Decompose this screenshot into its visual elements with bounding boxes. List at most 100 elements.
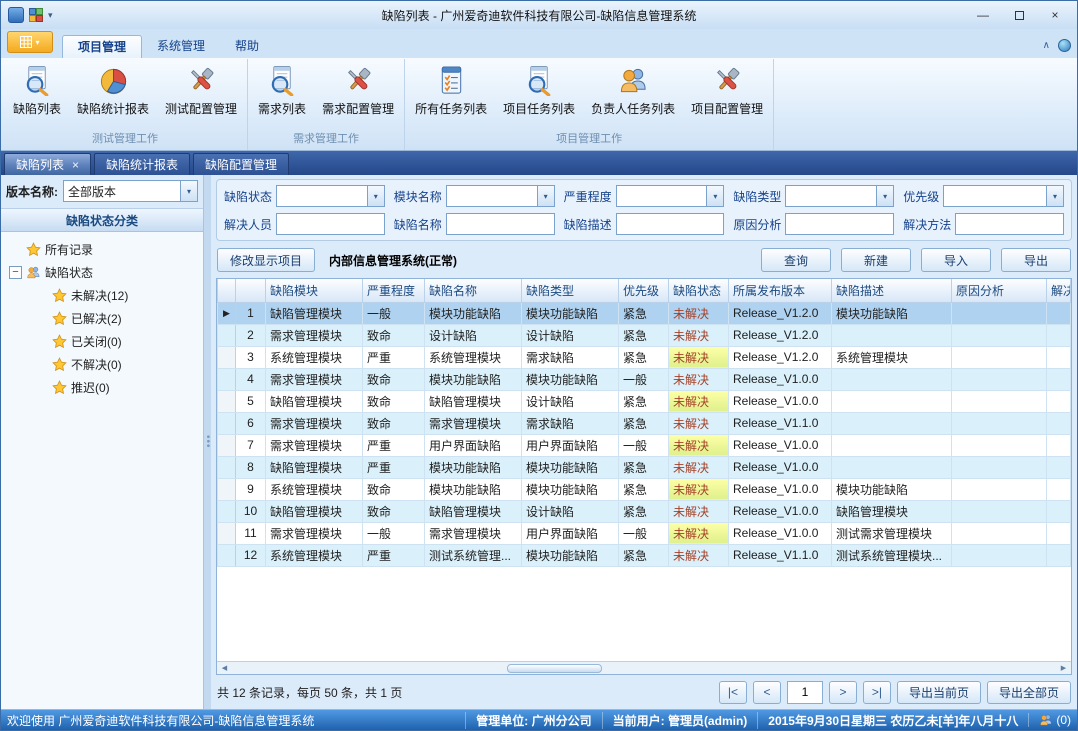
ribbon-button-test-config[interactable]: 测试配置管理 bbox=[157, 59, 245, 132]
body: 版本名称: 全部版本 ▾ 缺陷状态分类 所有记录−缺陷状态未解决(12)已解决(… bbox=[1, 175, 1077, 709]
ribbon-tab-system[interactable]: 系统管理 bbox=[142, 35, 220, 58]
table-row[interactable]: 10缺陷管理模块致命缺陷管理模块设计缺陷紧急未解决Release_V1.0.0缺… bbox=[218, 500, 1071, 522]
scroll-left-icon[interactable]: ◀ bbox=[217, 662, 232, 674]
pager-next-button[interactable]: > bbox=[829, 681, 857, 704]
tree-item-all-records[interactable]: 所有记录 bbox=[3, 238, 201, 261]
column-header-2[interactable]: 严重程度 bbox=[363, 279, 425, 302]
column-header-10[interactable]: 解决方法 bbox=[1047, 279, 1071, 302]
filter-severity-combobox[interactable]: ▾ bbox=[616, 185, 725, 207]
toolbar-query-button[interactable]: 查询 bbox=[761, 248, 831, 272]
tree-item-resolved[interactable]: 已解决(2) bbox=[29, 307, 201, 330]
grid-icon[interactable] bbox=[29, 8, 43, 22]
row-number: 10 bbox=[236, 500, 266, 522]
scrollbar-thumb[interactable] bbox=[507, 664, 602, 673]
sidebar-splitter[interactable]: ••• bbox=[204, 175, 211, 709]
table-row[interactable]: 8缺陷管理模块严重模块功能缺陷模块功能缺陷紧急未解决Release_V1.0.0 bbox=[218, 456, 1071, 478]
chevron-down-icon[interactable]: ▾ bbox=[180, 181, 197, 201]
export-current-page-button[interactable]: 导出当前页 bbox=[897, 681, 981, 704]
quick-access-dropdown-icon[interactable]: ▾ bbox=[48, 10, 53, 21]
header-rownum bbox=[236, 279, 266, 302]
cell-module: 缺陷管理模块 bbox=[266, 390, 363, 412]
cell-module: 系统管理模块 bbox=[266, 478, 363, 500]
messages-indicator[interactable]: (0) bbox=[1028, 713, 1071, 727]
doc-tab-defect-config[interactable]: 缺陷配置管理 bbox=[193, 153, 289, 175]
cell-status: 未解决 bbox=[669, 434, 729, 456]
column-header-7[interactable]: 所属发布版本 bbox=[729, 279, 832, 302]
filter-defect-desc-input[interactable] bbox=[616, 213, 725, 235]
column-header-8[interactable]: 缺陷描述 bbox=[832, 279, 952, 302]
pager-first-button[interactable]: |< bbox=[719, 681, 747, 704]
ribbon-button-requirement-list[interactable]: 需求列表 bbox=[250, 59, 314, 132]
pager-page-input[interactable] bbox=[787, 681, 823, 704]
ribbon-button-defect-stats[interactable]: 缺陷统计报表 bbox=[69, 59, 157, 132]
cell-solution bbox=[1047, 412, 1071, 434]
table-row[interactable]: 3系统管理模块严重系统管理模块需求缺陷紧急未解决Release_V1.2.0系统… bbox=[218, 346, 1071, 368]
minimize-button[interactable]: — bbox=[965, 3, 1001, 27]
tree-item-defect-status[interactable]: −缺陷状态 bbox=[3, 261, 201, 284]
chevron-down-icon[interactable]: ▾ bbox=[1046, 186, 1063, 206]
cell-status: 未解决 bbox=[669, 500, 729, 522]
version-combobox[interactable]: 全部版本 ▾ bbox=[63, 180, 198, 202]
ribbon-tab-help[interactable]: 帮助 bbox=[220, 35, 274, 58]
ribbon-button-all-tasks[interactable]: 所有任务列表 bbox=[407, 59, 495, 132]
ribbon-button-defect-list[interactable]: 缺陷列表 bbox=[5, 59, 69, 132]
ribbon-button-requirement-config[interactable]: 需求配置管理 bbox=[314, 59, 402, 132]
skin-icon[interactable] bbox=[1058, 39, 1071, 52]
table-row[interactable]: 9系统管理模块致命模块功能缺陷模块功能缺陷紧急未解决Release_V1.0.0… bbox=[218, 478, 1071, 500]
column-header-3[interactable]: 缺陷名称 bbox=[425, 279, 522, 302]
doc-tab-defect-stats[interactable]: 缺陷统计报表 bbox=[94, 153, 190, 175]
table-row[interactable]: ▶1缺陷管理模块一般模块功能缺陷模块功能缺陷紧急未解决Release_V1.2.… bbox=[218, 302, 1071, 324]
export-all-pages-button[interactable]: 导出全部页 bbox=[987, 681, 1071, 704]
chevron-down-icon[interactable]: ▾ bbox=[706, 186, 723, 206]
table-row[interactable]: 7需求管理模块严重用户界面缺陷用户界面缺陷一般未解决Release_V1.0.0 bbox=[218, 434, 1071, 456]
toolbar-new-button[interactable]: 新建 bbox=[841, 248, 911, 272]
column-header-9[interactable]: 原因分析 bbox=[952, 279, 1047, 302]
column-header-1[interactable]: 缺陷模块 bbox=[266, 279, 363, 302]
filter-defect-type-combobox[interactable]: ▾ bbox=[785, 185, 894, 207]
tree-item-wont-fix[interactable]: 不解决(0) bbox=[29, 353, 201, 376]
chevron-down-icon: ▾ bbox=[35, 38, 39, 47]
table-row[interactable]: 12系统管理模块严重测试系统管理...模块功能缺陷紧急未解决Release_V1… bbox=[218, 544, 1071, 566]
ribbon-tab-project[interactable]: 项目管理 bbox=[62, 35, 142, 58]
ribbon-button-project-config[interactable]: 项目配置管理 bbox=[683, 59, 771, 132]
filter-solution-input[interactable] bbox=[955, 213, 1064, 235]
column-header-5[interactable]: 优先级 bbox=[619, 279, 669, 302]
toolbar-export-button[interactable]: 导出 bbox=[1001, 248, 1071, 272]
collapse-icon[interactable]: − bbox=[9, 266, 22, 279]
ribbon-button-project-tasks[interactable]: 项目任务列表 bbox=[495, 59, 583, 132]
modify-columns-button[interactable]: 修改显示项目 bbox=[217, 248, 315, 272]
filter-defect-status-combobox[interactable]: ▾ bbox=[276, 185, 385, 207]
filter-cause-analysis-input[interactable] bbox=[785, 213, 894, 235]
chevron-down-icon[interactable]: ▾ bbox=[367, 186, 384, 206]
close-tab-icon[interactable]: × bbox=[72, 159, 79, 171]
toolbar-import-button[interactable]: 导入 bbox=[921, 248, 991, 272]
filter-module-name-combobox[interactable]: ▾ bbox=[446, 185, 555, 207]
pager-last-button[interactable]: >| bbox=[863, 681, 891, 704]
chevron-down-icon[interactable]: ▾ bbox=[537, 186, 554, 206]
filter-priority-combobox[interactable]: ▾ bbox=[943, 185, 1064, 207]
table-row[interactable]: 11需求管理模块一般需求管理模块用户界面缺陷一般未解决Release_V1.0.… bbox=[218, 522, 1071, 544]
ribbon-tabs: 项目管理系统管理帮助 bbox=[62, 35, 274, 58]
column-header-6[interactable]: 缺陷状态 bbox=[669, 279, 729, 302]
chevron-down-icon[interactable]: ▾ bbox=[876, 186, 893, 206]
tree-item-unresolved[interactable]: 未解决(12) bbox=[29, 284, 201, 307]
filter-defect-name-input[interactable] bbox=[446, 213, 555, 235]
doc-tab-defect-list[interactable]: 缺陷列表× bbox=[4, 153, 91, 175]
table-row[interactable]: 5缺陷管理模块致命缺陷管理模块设计缺陷紧急未解决Release_V1.0.0 bbox=[218, 390, 1071, 412]
table-row[interactable]: 6需求管理模块致命需求管理模块需求缺陷紧急未解决Release_V1.1.0 bbox=[218, 412, 1071, 434]
close-button[interactable]: × bbox=[1037, 3, 1073, 27]
ribbon-button-owner-tasks[interactable]: 负责人任务列表 bbox=[583, 59, 683, 132]
filter-resolver-input[interactable] bbox=[276, 213, 385, 235]
maximize-button[interactable] bbox=[1001, 3, 1037, 27]
table-row[interactable]: 2需求管理模块致命设计缺陷设计缺陷紧急未解决Release_V1.2.0 bbox=[218, 324, 1071, 346]
collapse-ribbon-icon[interactable]: ∧ bbox=[1043, 40, 1050, 51]
horizontal-scrollbar[interactable]: ◀ ▶ bbox=[217, 661, 1071, 674]
cell-release: Release_V1.0.0 bbox=[729, 500, 832, 522]
application-menu-button[interactable]: ▾ bbox=[7, 31, 53, 53]
scroll-right-icon[interactable]: ▶ bbox=[1056, 662, 1071, 674]
tree-item-postponed[interactable]: 推迟(0) bbox=[29, 376, 201, 399]
tree-item-closed[interactable]: 已关闭(0) bbox=[29, 330, 201, 353]
table-row[interactable]: 4需求管理模块致命模块功能缺陷模块功能缺陷一般未解决Release_V1.0.0 bbox=[218, 368, 1071, 390]
column-header-4[interactable]: 缺陷类型 bbox=[522, 279, 619, 302]
pager-prev-button[interactable]: < bbox=[753, 681, 781, 704]
